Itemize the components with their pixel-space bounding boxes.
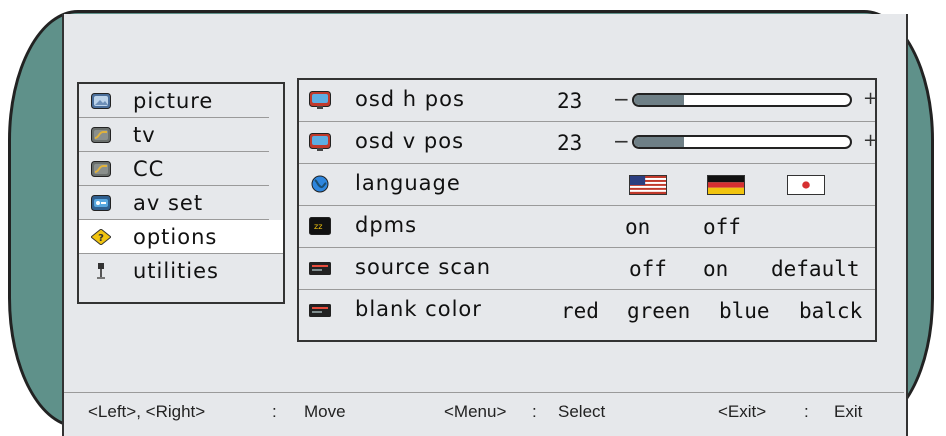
osd-h-pos-slider[interactable] bbox=[632, 93, 852, 107]
menu-item-label: tv bbox=[133, 122, 156, 147]
menu-item-label: picture bbox=[133, 88, 214, 113]
hint-separator: : bbox=[272, 402, 277, 421]
blank-color-label: blank color bbox=[355, 297, 482, 321]
us-flag-icon[interactable] bbox=[629, 175, 667, 195]
exit-key-hint: <Exit> bbox=[718, 402, 767, 421]
blank-color-row[interactable]: blank color red green blue balck bbox=[299, 290, 875, 332]
decrease-icon[interactable]: − bbox=[613, 87, 630, 111]
osd-v-pos-slider[interactable] bbox=[632, 135, 852, 149]
slider-fill bbox=[634, 137, 684, 147]
source-scan-option-off[interactable]: off bbox=[629, 257, 667, 281]
source-scan-icon bbox=[309, 262, 331, 275]
monitor-icon bbox=[309, 133, 331, 151]
blank-color-option-green[interactable]: green bbox=[627, 299, 690, 323]
svg-text:?: ? bbox=[98, 233, 104, 244]
menu-item-label: CC bbox=[133, 156, 165, 181]
source-scan-option-default[interactable]: default bbox=[771, 257, 860, 281]
source-scan-row[interactable]: source scan off on default bbox=[299, 248, 875, 290]
osd-h-pos-value: 23 bbox=[557, 89, 583, 113]
dpms-label: dpms bbox=[355, 213, 418, 237]
av-set-icon bbox=[91, 194, 111, 211]
dpms-row[interactable]: zz dpms on off bbox=[299, 206, 875, 248]
svg-text:zz: zz bbox=[314, 222, 322, 231]
utilities-icon bbox=[97, 263, 105, 279]
move-keys-hint: <Left>, <Right> bbox=[88, 402, 206, 421]
menu-key-hint: <Menu> bbox=[444, 402, 507, 421]
increase-icon[interactable]: + bbox=[863, 88, 878, 109]
language-label: language bbox=[355, 171, 461, 195]
move-hint-label: Move bbox=[304, 402, 346, 421]
menu-item-label: av set bbox=[133, 190, 204, 215]
osd-v-pos-label: osd v pos bbox=[355, 129, 465, 153]
decrease-icon[interactable]: − bbox=[613, 129, 630, 153]
picture-icon bbox=[91, 92, 111, 109]
menu-item-tv[interactable]: tv bbox=[79, 118, 269, 152]
main-menu: picture tv CC av set ? options utilities bbox=[77, 82, 285, 304]
menu-item-options[interactable]: ? options bbox=[79, 220, 283, 254]
osd-v-pos-row[interactable]: osd v pos 23 − + bbox=[299, 122, 878, 164]
select-hint-label: Select bbox=[558, 402, 606, 421]
help-bar: <Left>, <Right> : Move <Menu> : Select <… bbox=[64, 392, 904, 429]
menu-item-picture[interactable]: picture bbox=[79, 84, 269, 118]
source-scan-option-on[interactable]: on bbox=[703, 257, 728, 281]
german-flag-icon[interactable] bbox=[707, 175, 745, 195]
menu-item-av-set[interactable]: av set bbox=[79, 186, 269, 220]
osd-h-pos-row[interactable]: osd h pos 23 − + bbox=[299, 80, 878, 122]
osd-v-pos-value: 23 bbox=[557, 131, 583, 155]
exit-hint-label: Exit bbox=[834, 402, 863, 421]
menu-item-label: utilities bbox=[133, 259, 219, 283]
cc-icon bbox=[91, 160, 111, 177]
language-row[interactable]: language bbox=[299, 164, 875, 206]
hint-separator: : bbox=[532, 402, 537, 421]
tv-icon bbox=[91, 126, 111, 143]
hint-separator: : bbox=[804, 402, 809, 421]
osd-h-pos-label: osd h pos bbox=[355, 87, 465, 111]
source-scan-label: source scan bbox=[355, 255, 492, 279]
increase-icon[interactable]: + bbox=[863, 130, 878, 151]
blank-color-option-balck[interactable]: balck bbox=[799, 299, 862, 323]
slider-fill bbox=[634, 95, 684, 105]
menu-item-cc[interactable]: CC bbox=[79, 152, 269, 186]
menu-item-utilities[interactable]: utilities bbox=[79, 254, 269, 288]
menu-item-label: options bbox=[133, 224, 218, 249]
dpms-option-off[interactable]: off bbox=[703, 215, 741, 239]
japan-flag-icon[interactable] bbox=[787, 175, 825, 195]
options-icon: ? bbox=[91, 228, 111, 245]
blank-color-option-red[interactable]: red bbox=[561, 299, 599, 323]
blank-color-option-blue[interactable]: blue bbox=[719, 299, 770, 323]
blank-color-icon bbox=[309, 304, 331, 317]
monitor-icon bbox=[309, 91, 331, 109]
dpms-icon: zz bbox=[309, 217, 331, 235]
dpms-option-on[interactable]: on bbox=[625, 215, 650, 239]
globe-icon bbox=[311, 175, 329, 193]
options-panel: osd h pos 23 − + osd v pos 23 − + langua… bbox=[297, 78, 878, 342]
